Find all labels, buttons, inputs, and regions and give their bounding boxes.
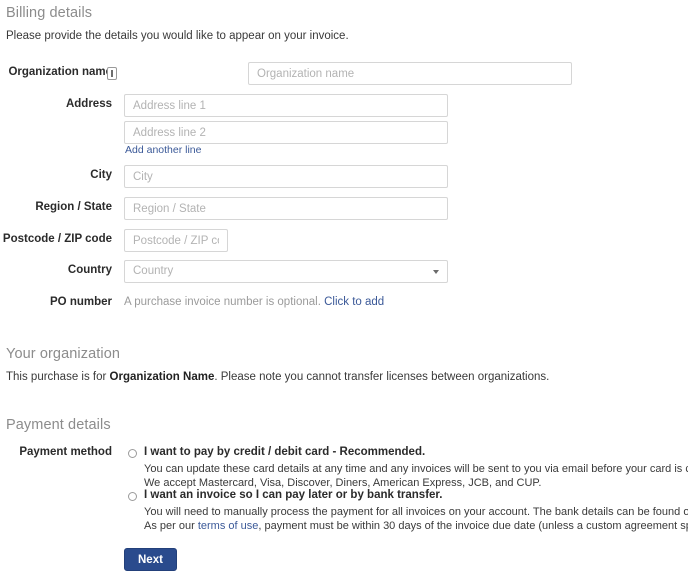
payment-option-invoice-line1: You will need to manually process the pa… [144, 506, 688, 518]
payment-option-invoice-title: I want an invoice so I can pay later or … [144, 489, 443, 501]
your-organization-text: This purchase is for Organization Name. … [6, 371, 549, 383]
country-select-value: Country [124, 260, 448, 283]
address-label: Address [65, 98, 112, 110]
po-number-click-to-add-link[interactable]: Click to add [324, 296, 384, 308]
payment-option-card-line2: We accept Mastercard, Visa, Discover, Di… [144, 477, 542, 489]
billing-details-subtitle: Please provide the details you would lik… [6, 30, 349, 42]
payment-method-label: Payment method [19, 446, 112, 458]
city-label: City [90, 169, 112, 181]
region-state-label: Region / State [35, 201, 112, 213]
radio-card-icon[interactable] [128, 449, 137, 458]
organization-text-before: This purchase is for [6, 371, 110, 383]
billing-details-page: Billing details Please provide the detai… [0, 0, 688, 581]
billing-details-heading: Billing details [6, 5, 93, 21]
po-number-label: PO number [50, 296, 112, 308]
organization-name-input[interactable] [248, 62, 572, 85]
address-line-2-input[interactable] [124, 121, 448, 144]
postcode-input[interactable] [124, 229, 228, 252]
radio-invoice-icon[interactable] [128, 492, 137, 501]
region-state-input[interactable] [124, 197, 448, 220]
organization-name-info-icon[interactable] [107, 67, 117, 80]
organization-text-after: . Please note you cannot transfer licens… [214, 371, 550, 383]
country-select[interactable]: Country [124, 260, 448, 283]
your-organization-heading: Your organization [6, 346, 121, 362]
address-line-1-input[interactable] [124, 94, 448, 117]
terms-of-use-link[interactable]: terms of use [198, 520, 259, 532]
po-number-hint: A purchase invoice number is optional. [124, 296, 321, 308]
organization-name-value: Organization Name [109, 371, 215, 383]
payment-option-card-line1: You can update these card details at any… [144, 463, 688, 475]
add-another-line-link[interactable]: Add another line [125, 144, 201, 156]
invoice-line2-before: As per our [144, 520, 198, 532]
payment-option-invoice-line2: As per our terms of use, payment must be… [144, 520, 688, 532]
country-label: Country [67, 264, 112, 276]
payment-details-heading: Payment details [6, 417, 111, 433]
organization-name-label: Organization name [8, 66, 112, 78]
chevron-down-icon [433, 270, 439, 274]
po-number-text: A purchase invoice number is optional. C… [124, 296, 384, 308]
next-button[interactable]: Next [124, 548, 177, 571]
invoice-line2-after: , payment must be within 30 days of the … [258, 520, 688, 532]
postcode-label: Postcode / ZIP code [2, 233, 112, 245]
city-input[interactable] [124, 165, 448, 188]
payment-option-card-title: I want to pay by credit / debit card - R… [144, 446, 426, 458]
